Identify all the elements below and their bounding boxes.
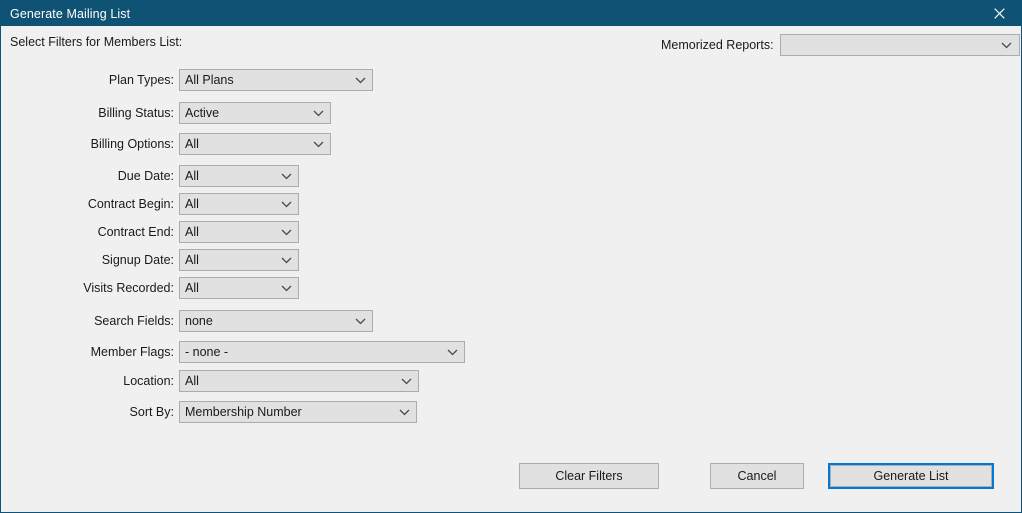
filter-label: Contract Begin: [88, 197, 174, 211]
filter-label: Member Flags: [91, 345, 174, 359]
filter-row: Location:All [179, 370, 419, 392]
filter-select[interactable]: Active [179, 102, 331, 124]
filter-select[interactable]: All [179, 133, 331, 155]
clear-filters-button[interactable]: Clear Filters [519, 463, 659, 489]
filter-value: Active [180, 106, 309, 120]
memorized-reports-group: Memorized Reports: [661, 34, 1020, 56]
filter-select[interactable]: All [179, 221, 299, 243]
chevron-down-icon [309, 110, 327, 117]
filter-value: All [180, 374, 397, 388]
chevron-down-icon [277, 257, 295, 264]
filter-row: Billing Status:Active [179, 102, 331, 124]
dialog-body: Select Filters for Members List: Memoriz… [1, 26, 1021, 512]
filter-value: All Plans [180, 73, 351, 87]
filter-row: Sort By:Membership Number [179, 401, 417, 423]
filter-row: Search Fields:none [179, 310, 373, 332]
window-title: Generate Mailing List [1, 7, 130, 21]
chevron-down-icon [998, 42, 1016, 49]
chevron-down-icon [443, 349, 461, 356]
filter-value: All [180, 137, 309, 151]
chevron-down-icon [277, 201, 295, 208]
filter-row: Visits Recorded:All [179, 277, 299, 299]
filter-label: Visits Recorded: [83, 281, 174, 295]
filter-label: Signup Date: [102, 253, 174, 267]
filter-value: All [180, 169, 277, 183]
filter-select[interactable]: All Plans [179, 69, 373, 91]
filter-label: Plan Types: [109, 73, 174, 87]
filter-row: Contract Begin:All [179, 193, 299, 215]
filter-select[interactable]: All [179, 277, 299, 299]
memorized-reports-label: Memorized Reports: [661, 38, 774, 52]
filter-select[interactable]: All [179, 193, 299, 215]
filter-row: Member Flags:- none - [179, 341, 465, 363]
filter-label: Contract End: [98, 225, 174, 239]
filter-select[interactable]: none [179, 310, 373, 332]
filter-value: Membership Number [180, 405, 395, 419]
filter-value: All [180, 197, 277, 211]
chevron-down-icon [309, 141, 327, 148]
chevron-down-icon [277, 285, 295, 292]
generate-list-button[interactable]: Generate List [828, 463, 994, 489]
filter-label: Due Date: [118, 169, 174, 183]
memorized-reports-select[interactable] [780, 34, 1020, 56]
filter-value: All [180, 253, 277, 267]
chevron-down-icon [395, 409, 413, 416]
chevron-down-icon [351, 318, 369, 325]
filter-row: Billing Options:All [179, 133, 331, 155]
chevron-down-icon [397, 378, 415, 385]
filter-select[interactable]: All [179, 370, 419, 392]
filter-row: Signup Date:All [179, 249, 299, 271]
filter-row: Contract End:All [179, 221, 299, 243]
filter-select[interactable]: All [179, 165, 299, 187]
filter-row: Plan Types:All Plans [179, 69, 373, 91]
filter-label: Search Fields: [94, 314, 174, 328]
filter-label: Sort By: [130, 405, 174, 419]
generate-mailing-list-dialog: Generate Mailing List Select Filters for… [0, 0, 1022, 513]
filter-label: Location: [123, 374, 174, 388]
title-bar: Generate Mailing List [1, 1, 1021, 26]
chevron-down-icon [277, 173, 295, 180]
filter-row: Due Date:All [179, 165, 299, 187]
filter-value: none [180, 314, 351, 328]
filter-label: Billing Status: [98, 106, 174, 120]
chevron-down-icon [277, 229, 295, 236]
close-icon[interactable] [977, 1, 1021, 26]
filter-select[interactable]: - none - [179, 341, 465, 363]
section-label: Select Filters for Members List: [10, 35, 182, 49]
filter-label: Billing Options: [91, 137, 174, 151]
cancel-button[interactable]: Cancel [710, 463, 804, 489]
filter-value: All [180, 225, 277, 239]
filter-select[interactable]: Membership Number [179, 401, 417, 423]
generate-list-button-label: Generate List [873, 469, 948, 483]
chevron-down-icon [351, 77, 369, 84]
filter-value: - none - [180, 345, 443, 359]
filter-select[interactable]: All [179, 249, 299, 271]
filter-value: All [180, 281, 277, 295]
